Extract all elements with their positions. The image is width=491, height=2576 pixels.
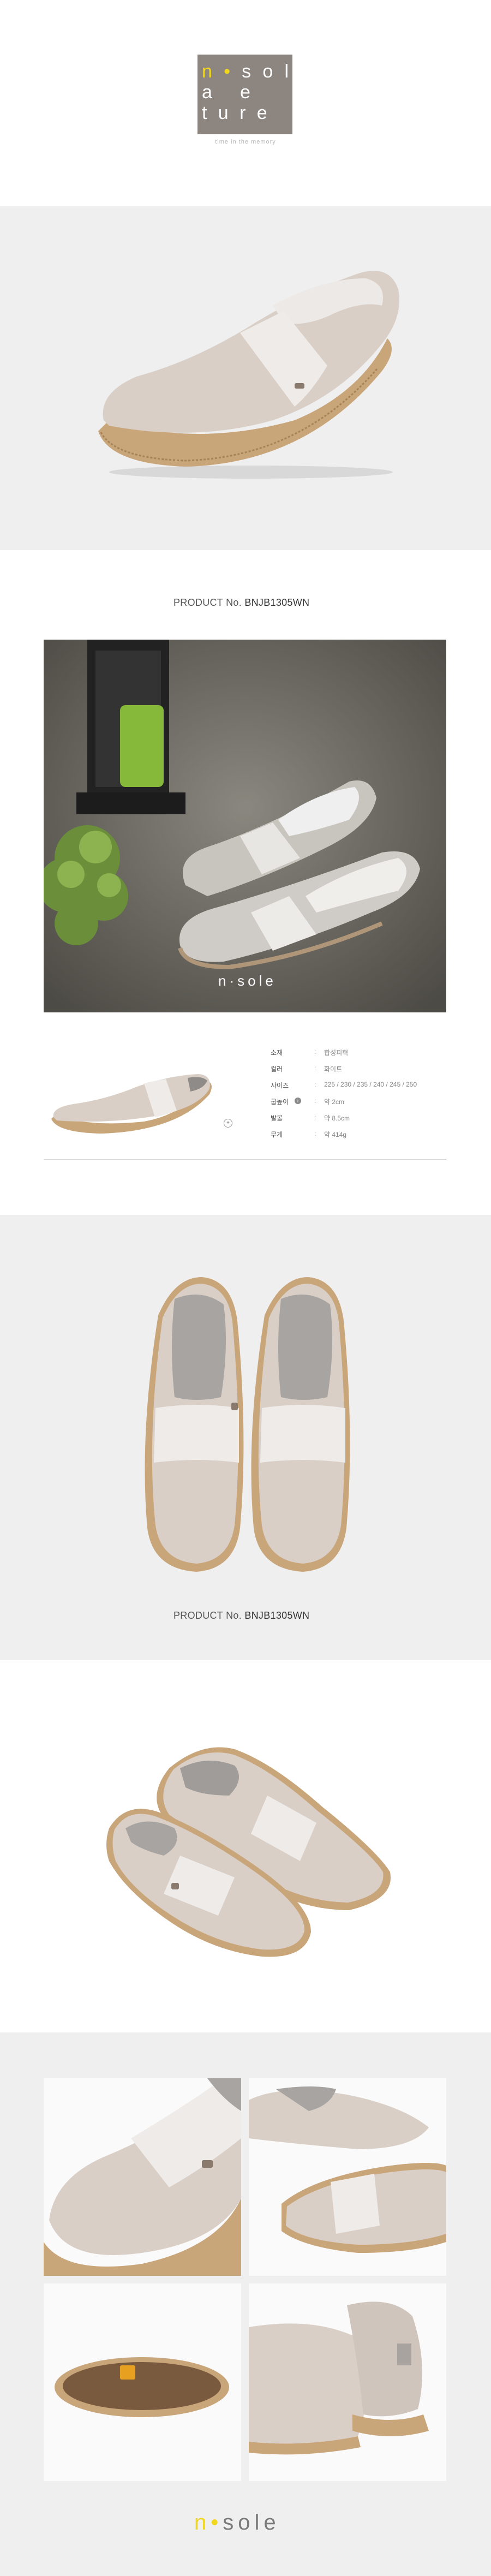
- logo-letter: o: [262, 61, 274, 82]
- shoe-thumbnail-image: [51, 1074, 212, 1134]
- spec-label: 사이즈: [271, 1082, 289, 1089]
- shoe-top-view-image: [145, 1277, 350, 1572]
- logo-letter: l: [284, 61, 289, 82]
- spec-value: 약 2cm: [324, 1098, 345, 1106]
- detail-photo-outsole: [44, 2283, 241, 2481]
- logo-letter: s: [242, 61, 252, 82]
- spec-colon: :: [314, 1113, 316, 1121]
- logo-letter: u: [218, 103, 229, 123]
- spec-label: 컬러: [271, 1065, 283, 1073]
- lifestyle-scene: [44, 640, 446, 1012]
- brand-tagline: time in the memory: [215, 139, 276, 145]
- footer-logo-n: n: [194, 2511, 211, 2535]
- spec-value: 225 / 230 / 235 / 240 / 245 / 250: [324, 1081, 417, 1088]
- spec-colon: :: [314, 1081, 316, 1088]
- logo-letter: e: [256, 103, 268, 123]
- info-icon[interactable]: i: [295, 1098, 301, 1104]
- spec-divider: [44, 1159, 446, 1160]
- zoom-icon[interactable]: +: [224, 1119, 232, 1128]
- product-number-label: PRODUCT No.: [173, 597, 242, 608]
- logo-letter: e: [239, 82, 251, 103]
- spec-colon: :: [314, 1048, 316, 1056]
- product-number-value: BNJB1305WN: [244, 597, 310, 608]
- spec-value: 약 8.5cm: [324, 1114, 350, 1122]
- lifestyle-photo: n·sole: [44, 640, 446, 1012]
- logo-dot: •: [224, 61, 231, 82]
- spec-colon: :: [314, 1064, 316, 1072]
- product-number-label: PRODUCT No.: [173, 1610, 242, 1621]
- spec-label: 무게: [271, 1131, 283, 1138]
- footer-logo-dot: •: [211, 2511, 223, 2535]
- spec-value: 화이트: [324, 1065, 343, 1073]
- spec-value: 약 414g: [324, 1131, 347, 1138]
- logo-row-1: n • s o l: [202, 61, 289, 82]
- shoe-angled-pair-image: [106, 1747, 391, 1957]
- footer-logo-rest: sole: [223, 2511, 280, 2535]
- product-number-value: BNJB1305WN: [244, 1610, 310, 1621]
- shoe-side-image: [98, 271, 399, 479]
- logo-letter: r: [239, 103, 247, 123]
- logo-row-2: a e: [202, 82, 289, 103]
- spec-label: 발볼: [271, 1114, 283, 1122]
- logo-row-3: t u r e: [202, 103, 289, 123]
- spec-label: 소재: [271, 1049, 283, 1057]
- product-number-2: PRODUCT No. BNJB1305WN: [173, 1610, 309, 1621]
- spec-colon: :: [314, 1130, 316, 1137]
- logo-letter: n: [202, 61, 213, 82]
- photo-watermark: n·sole: [218, 973, 277, 989]
- product-number: PRODUCT No. BNJB1305WN: [173, 597, 309, 609]
- logo-letter: a: [202, 82, 213, 103]
- detail-photo-toe: [44, 2078, 241, 2276]
- detail-photo-side: [249, 2078, 446, 2276]
- footer-logo: n•sole: [194, 2511, 280, 2535]
- spec-value: 합성피혁: [324, 1049, 349, 1057]
- logo-letter: t: [202, 103, 208, 123]
- brand-logo: n • s o l a e t u r e: [202, 61, 289, 123]
- detail-photo-heel: [249, 2283, 446, 2481]
- spec-colon: :: [314, 1097, 316, 1105]
